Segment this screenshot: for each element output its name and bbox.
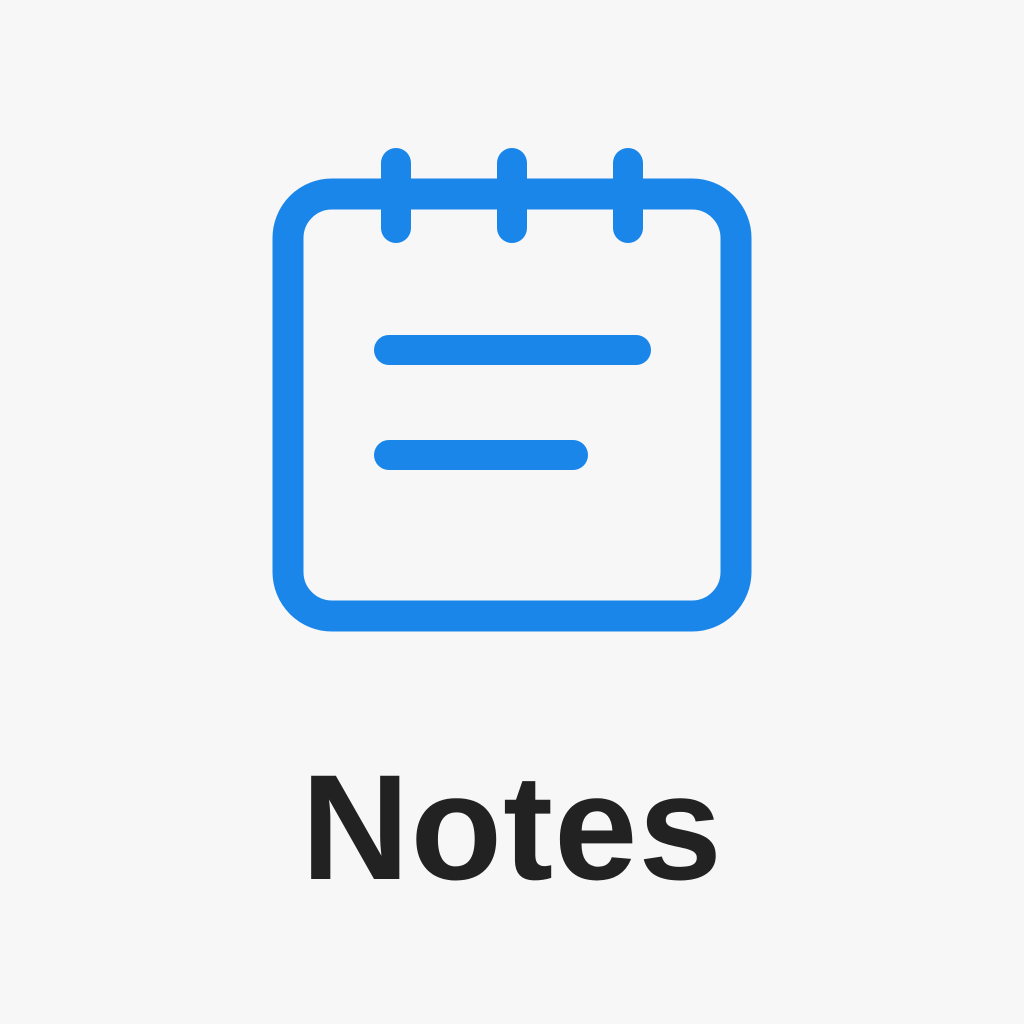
app-tile-notes[interactable]: Notes <box>0 0 1024 1024</box>
notepad-page-outline <box>272 178 752 632</box>
app-label: Notes <box>301 743 723 911</box>
